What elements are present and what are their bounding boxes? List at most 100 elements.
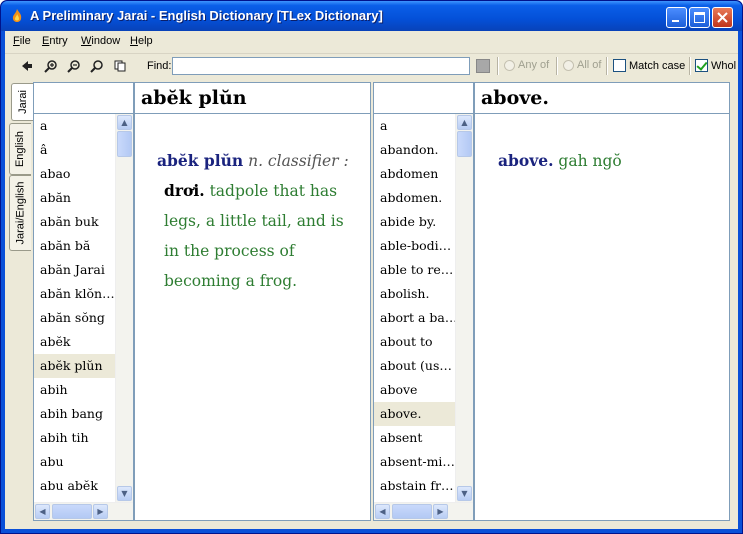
classifier-word: drơi.: [164, 181, 205, 200]
list-item[interactable]: abu: [34, 450, 115, 474]
list-item[interactable]: able to re…: [374, 258, 455, 282]
scroll-left-arrow[interactable]: ◀: [35, 504, 50, 519]
left-entry-sense-line-5: becoming a frog.: [164, 272, 298, 290]
list-item[interactable]: above: [374, 378, 455, 402]
list-item[interactable]: abandon.: [374, 138, 455, 162]
right-vertical-scrollbar[interactable]: ▲ ▼: [455, 114, 473, 502]
tab-jarai[interactable]: Jarai: [11, 83, 33, 121]
list-item[interactable]: abih bang: [34, 402, 115, 426]
any-of-radio[interactable]: Any of: [504, 59, 549, 71]
list-item[interactable]: abăn buk: [34, 210, 115, 234]
close-button[interactable]: [712, 7, 733, 28]
menu-entry[interactable]: Entry: [42, 35, 68, 47]
scroll-up-arrow[interactable]: ▲: [457, 115, 472, 130]
part-of-speech: n. classifier :: [248, 152, 349, 170]
right-entry-sense-line: above. gah ngŏ: [498, 146, 622, 176]
gloss-text: tadpole that has: [209, 182, 338, 200]
minimize-icon: [672, 20, 679, 22]
back-icon: [22, 61, 32, 71]
sense-headword: abĕk plŭn: [157, 151, 244, 170]
zoom-out-button[interactable]: [64, 57, 84, 75]
list-item[interactable]: abdomen.: [374, 186, 455, 210]
right-horizontal-scrollbar[interactable]: ◀ ▶: [374, 502, 473, 520]
checkbox-box-checked: [695, 59, 708, 72]
menu-help[interactable]: Help: [130, 35, 153, 47]
scroll-thumb[interactable]: [457, 131, 472, 157]
scroll-down-arrow[interactable]: ▼: [457, 486, 472, 501]
list-item[interactable]: abu abĕk: [34, 474, 115, 498]
list-item[interactable]: about (us…: [374, 354, 455, 378]
zoom-reset-button[interactable]: [87, 57, 107, 75]
zoom-out-icon: [67, 60, 80, 73]
title-bar[interactable]: A Preliminary Jarai - English Dictionary…: [1, 1, 742, 31]
left-list-header: [34, 83, 133, 114]
left-list-body[interactable]: a â abao abăn abăn buk abăn bă abăn Jarai abăn …: [34, 114, 115, 502]
back-button[interactable]: [17, 57, 37, 75]
match-case-checkbox[interactable]: Match case: [613, 59, 685, 72]
left-entry-headword: abĕk plŭn: [135, 83, 370, 114]
minimize-button[interactable]: [666, 7, 687, 28]
main-area: Jarai English Jarai/English a â abao abăn ab…: [5, 79, 738, 529]
window-title: A Preliminary Jarai - English Dictionary…: [30, 8, 383, 23]
menu-file-rest: ile: [19, 35, 31, 47]
left-vertical-scrollbar[interactable]: ▲ ▼: [115, 114, 133, 502]
toolbar-separator: [556, 57, 558, 75]
scroll-thumb[interactable]: [52, 504, 92, 519]
list-item[interactable]: abih: [34, 378, 115, 402]
all-of-radio[interactable]: All of: [563, 59, 601, 71]
list-item[interactable]: abao: [34, 162, 115, 186]
gloss-text: gah ngŏ: [558, 152, 622, 170]
copy-button[interactable]: [110, 57, 130, 75]
find-input[interactable]: [172, 57, 470, 75]
list-item[interactable]: abolish.: [374, 282, 455, 306]
list-item[interactable]: about to: [374, 330, 455, 354]
maximize-button[interactable]: [689, 7, 710, 28]
left-entry-sense-line-1: abĕk plŭn n. classifier :: [157, 146, 349, 176]
list-item[interactable]: abăn Jarai: [34, 258, 115, 282]
scroll-up-arrow[interactable]: ▲: [117, 115, 132, 130]
list-item[interactable]: â: [34, 138, 115, 162]
list-item[interactable]: able-bodi…: [374, 234, 455, 258]
left-entry-sense-line-4: in the process of: [164, 242, 295, 260]
client-area: File Entry Window Help Find: Any of All …: [5, 31, 738, 529]
scroll-down-arrow[interactable]: ▼: [117, 486, 132, 501]
menu-entry-rest: ntry: [49, 35, 68, 47]
scroll-right-arrow[interactable]: ▶: [93, 504, 108, 519]
right-entry-headword: above.: [475, 83, 729, 114]
scroll-right-arrow[interactable]: ▶: [433, 504, 448, 519]
list-item[interactable]: absent: [374, 426, 455, 450]
scroll-left-arrow[interactable]: ◀: [375, 504, 390, 519]
checkbox-box: [613, 59, 626, 72]
list-item[interactable]: abide by.: [374, 210, 455, 234]
list-item[interactable]: a: [34, 114, 115, 138]
list-item[interactable]: abăn sŏng: [34, 306, 115, 330]
list-item[interactable]: abort a ba…: [374, 306, 455, 330]
list-item[interactable]: abdomen: [374, 162, 455, 186]
radio-dot: [504, 59, 515, 71]
menu-window[interactable]: Window: [81, 35, 120, 47]
menu-help-rest: elp: [137, 35, 153, 47]
list-item[interactable]: abih tih: [34, 426, 115, 450]
scroll-thumb[interactable]: [392, 504, 432, 519]
menu-file-accel: F: [13, 35, 20, 47]
list-item[interactable]: abĕk: [34, 330, 115, 354]
list-item[interactable]: abăn: [34, 186, 115, 210]
tab-english[interactable]: English: [9, 123, 31, 175]
list-item[interactable]: a: [374, 114, 455, 138]
tab-jarai-english[interactable]: Jarai/English: [9, 175, 31, 251]
left-horizontal-scrollbar[interactable]: ◀ ▶: [34, 502, 133, 520]
list-item[interactable]: abstain fr…: [374, 474, 455, 498]
right-list-body[interactable]: a abandon. abdomen abdomen. abide by. able-bo…: [374, 114, 455, 502]
whole-word-checkbox[interactable]: Whol: [695, 59, 736, 72]
list-item[interactable]: above.: [374, 402, 455, 426]
list-item[interactable]: abăn bă: [34, 234, 115, 258]
scroll-thumb[interactable]: [117, 131, 132, 157]
menu-window-accel: W: [81, 35, 92, 47]
list-item[interactable]: abăn klŏn…: [34, 282, 115, 306]
find-go-button[interactable]: [476, 59, 490, 73]
menu-file[interactable]: File: [13, 35, 31, 47]
left-word-list: a â abao abăn abăn buk abăn bă abăn Jarai abăn …: [33, 82, 134, 521]
list-item[interactable]: abĕk plŭn: [34, 354, 115, 378]
zoom-in-button[interactable]: [41, 57, 61, 75]
list-item[interactable]: absent-mi…: [374, 450, 455, 474]
